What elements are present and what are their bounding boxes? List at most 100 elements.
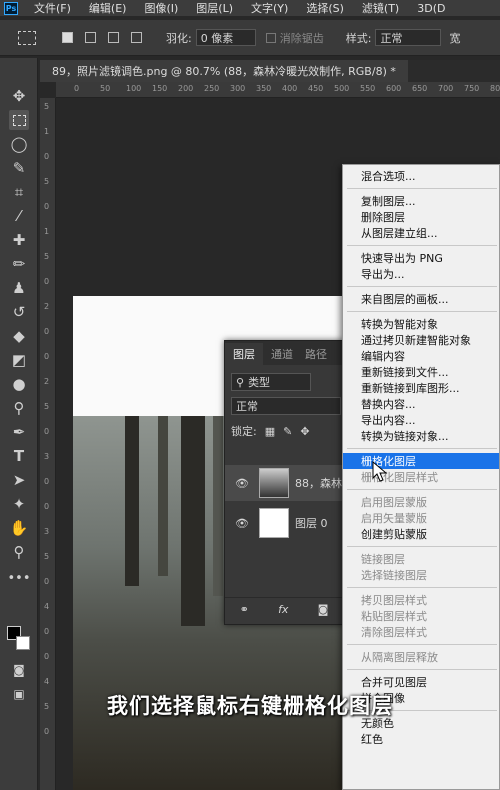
ruler-tick-label: 1 <box>44 227 50 236</box>
context-menu-item[interactable]: 混合选项... <box>343 168 499 184</box>
layer-name[interactable]: 88，森林 <box>295 475 342 491</box>
menu-type[interactable]: 文字(Y) <box>251 0 288 16</box>
tab-paths[interactable]: 路径 <box>301 343 331 365</box>
context-menu-item[interactable]: 链接图层 <box>343 551 499 567</box>
context-menu-item[interactable]: 清除图层样式 <box>343 624 499 640</box>
menu-separator <box>347 245 497 246</box>
ruler-tick-label: 0 <box>44 152 50 161</box>
menu-file[interactable]: 文件(F) <box>34 0 71 16</box>
ruler-tick-label: 500 <box>334 84 350 93</box>
menu-filter[interactable]: 滤镜(T) <box>362 0 399 16</box>
context-menu-item[interactable]: 转换为智能对象 <box>343 316 499 332</box>
layer-name[interactable]: 图层 0 <box>295 515 328 531</box>
history-brush-icon[interactable]: ↺ <box>9 302 29 322</box>
paint-bucket-icon[interactable]: ◩ <box>9 350 29 370</box>
context-menu-item[interactable]: 删除图层 <box>343 209 499 225</box>
tab-channels[interactable]: 通道 <box>263 343 301 365</box>
menu-separator <box>347 311 497 312</box>
eraser-icon[interactable]: ◆ <box>9 326 29 346</box>
add-selection-icon[interactable] <box>85 32 96 43</box>
dodge-tool-icon[interactable]: ⚲ <box>9 398 29 418</box>
blend-mode-select[interactable]: 正常 <box>231 397 341 415</box>
path-selection-icon[interactable]: ➤ <box>9 470 29 490</box>
context-menu-item[interactable]: 导出内容... <box>343 412 499 428</box>
rectangular-marquee-icon[interactable] <box>9 110 29 130</box>
context-menu-item[interactable]: 栅格化图层样式 <box>343 469 499 485</box>
context-menu-item[interactable]: 选择链接图层 <box>343 567 499 583</box>
zoom-tool-icon[interactable]: ⚲ <box>9 542 29 562</box>
custom-shape-icon[interactable]: ✦ <box>9 494 29 514</box>
subtract-selection-icon[interactable] <box>108 32 119 43</box>
feather-label: 羽化: <box>166 31 192 45</box>
hand-tool-icon[interactable]: ✋ <box>9 518 29 538</box>
mask-icon[interactable]: ◙ <box>318 603 329 616</box>
vertical-ruler: 51050150200250300350400450 <box>40 98 56 790</box>
context-menu-item[interactable]: 转换为链接对象... <box>343 428 499 444</box>
intersect-selection-icon[interactable] <box>131 32 142 43</box>
antialias-checkbox[interactable] <box>265 32 276 43</box>
context-menu-item[interactable]: 粘贴图层样式 <box>343 608 499 624</box>
menu-3d[interactable]: 3D(D <box>417 2 445 15</box>
context-menu-item[interactable]: 重新链接到库图形... <box>343 380 499 396</box>
brush-tool-icon[interactable]: ✏ <box>9 254 29 274</box>
menu-separator <box>347 644 497 645</box>
style-select[interactable]: 正常 <box>375 29 442 46</box>
layer-row[interactable]: 👁 图层 0 <box>225 505 343 541</box>
marquee-preset-icon[interactable] <box>18 30 36 45</box>
context-menu-item[interactable]: 从隔离图层释放 <box>343 649 499 665</box>
context-menu-item[interactable]: 快速导出为 PNG <box>343 250 499 266</box>
context-menu-item[interactable]: 通过拷贝新建智能对象 <box>343 332 499 348</box>
ruler-tick-label: 0 <box>44 352 50 361</box>
move-tool-icon[interactable]: ✥ <box>9 86 29 106</box>
lock-image-icon[interactable]: ✎ <box>283 425 292 438</box>
more-tools-icon[interactable]: ••• <box>8 568 31 588</box>
fx-icon[interactable]: fx <box>278 603 288 616</box>
context-menu-item[interactable]: 启用矢量蒙版 <box>343 510 499 526</box>
ruler-tick-label: 100 <box>126 84 142 93</box>
blur-tool-icon[interactable]: ● <box>9 374 29 394</box>
context-menu-item[interactable]: 栅格化图层 <box>343 453 499 469</box>
context-menu-item[interactable]: 编辑内容 <box>343 348 499 364</box>
lock-transparent-icon[interactable]: ▦ <box>265 425 275 438</box>
context-menu-item[interactable]: 从图层建立组... <box>343 225 499 241</box>
quick-selection-icon[interactable]: ✎ <box>9 158 29 178</box>
pen-tool-icon[interactable]: ✒ <box>9 422 29 442</box>
visibility-eye-icon[interactable]: 👁 <box>235 517 249 530</box>
width-label: 宽 <box>449 31 461 45</box>
context-menu-item[interactable]: 红色 <box>343 731 499 747</box>
menu-layer[interactable]: 图层(L) <box>196 0 233 16</box>
background-color-swatch[interactable] <box>16 636 30 650</box>
new-selection-icon[interactable] <box>62 32 73 43</box>
context-menu-item[interactable]: 创建剪贴蒙版 <box>343 526 499 542</box>
document-tab[interactable]: 89，照片滤镜调色.png @ 80.7% (88，森林冷暖光效制作, RGB/… <box>40 60 408 82</box>
menu-select[interactable]: 选择(S) <box>306 0 344 16</box>
menu-image[interactable]: 图像(I) <box>144 0 178 16</box>
eyedropper-icon[interactable]: ⁄ <box>9 206 29 226</box>
feather-input[interactable]: 0 像素 <box>195 29 256 46</box>
context-menu-item[interactable]: 复制图层... <box>343 193 499 209</box>
crop-tool-icon[interactable]: ⌗ <box>9 182 29 202</box>
healing-brush-icon[interactable]: ✚ <box>9 230 29 250</box>
ruler-tick-label: 3 <box>44 527 50 536</box>
context-menu-item[interactable]: 重新链接到文件... <box>343 364 499 380</box>
context-menu-item[interactable]: 启用图层蒙版 <box>343 494 499 510</box>
lasso-icon[interactable]: ◯ <box>9 134 29 154</box>
lock-position-icon[interactable]: ✥ <box>300 425 309 438</box>
context-menu-item[interactable]: 拷贝图层样式 <box>343 592 499 608</box>
visibility-eye-icon[interactable]: 👁 <box>235 477 249 490</box>
context-menu-item[interactable]: 替换内容... <box>343 396 499 412</box>
type-tool-icon[interactable]: T <box>9 446 29 466</box>
clone-stamp-icon[interactable]: ♟ <box>9 278 29 298</box>
context-menu-item[interactable]: 导出为... <box>343 266 499 282</box>
layer-thumbnail <box>258 508 289 538</box>
ruler-tick-label: 5 <box>44 252 50 261</box>
layer-kind-filter[interactable]: ⚲ 类型 <box>231 373 311 391</box>
ruler-tick-label: 0 <box>44 477 50 486</box>
menu-edit[interactable]: 编辑(E) <box>89 0 127 16</box>
context-menu-item[interactable]: 合并可见图层 <box>343 674 499 690</box>
link-icon[interactable]: ⚭ <box>240 603 249 616</box>
quick-mask-icon[interactable]: ◙ <box>9 660 29 680</box>
tab-layers[interactable]: 图层 <box>225 343 263 365</box>
layer-row[interactable]: 👁 88，森林 <box>225 465 343 501</box>
context-menu-item[interactable]: 来自图层的画板... <box>343 291 499 307</box>
